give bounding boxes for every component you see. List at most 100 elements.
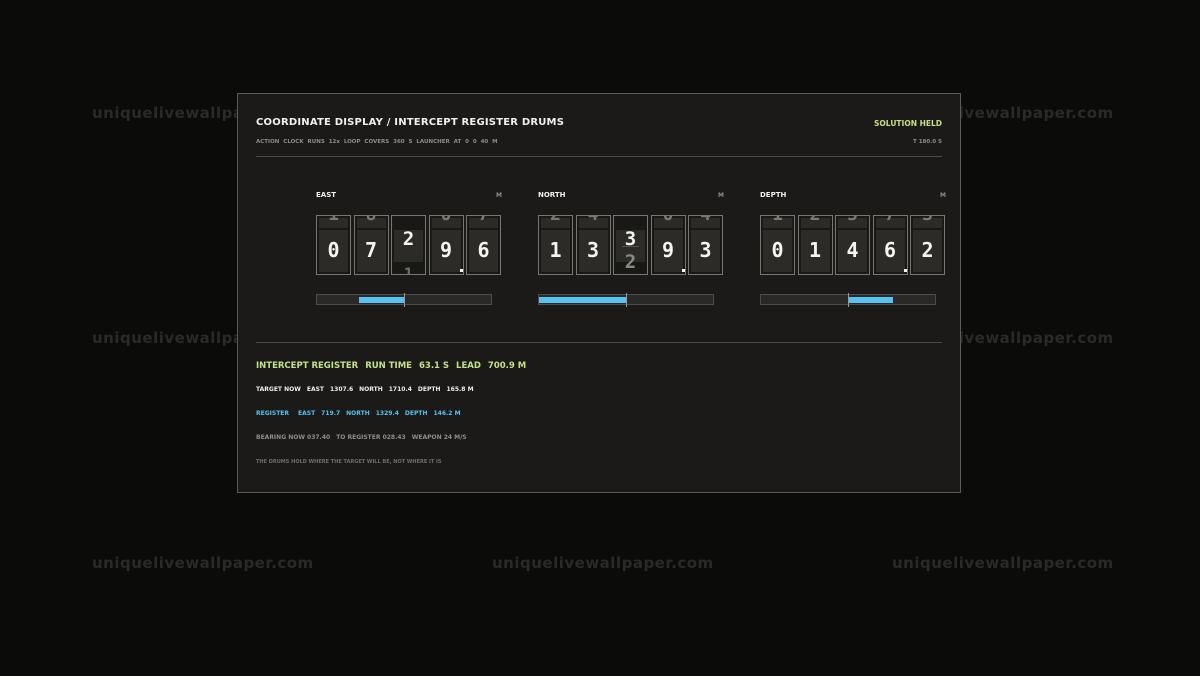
digit-drum: 54 bbox=[835, 215, 870, 275]
drum-unit: M bbox=[496, 192, 502, 199]
coordinate-display-panel: COORDINATE DISPLAY / INTERCEPT REGISTER … bbox=[237, 93, 961, 493]
digit-drum: 21 bbox=[797, 215, 833, 275]
drum-band bbox=[319, 262, 348, 272]
digit-drum: 09 bbox=[650, 215, 686, 275]
watermark-text: uniquelivewallpaper.com bbox=[492, 554, 714, 572]
east-label: EAST bbox=[298, 410, 316, 417]
clock-rate-text: ACTION CLOCK RUNS 12x bbox=[256, 139, 340, 145]
drum-digit-prev: 5 bbox=[836, 216, 869, 224]
position-bar-fill bbox=[539, 297, 626, 303]
drum-digit-prev: 7 bbox=[874, 216, 907, 224]
drum-digit: 6 bbox=[477, 238, 490, 262]
decimal-point bbox=[459, 269, 463, 272]
drum-label: NORTH bbox=[538, 191, 566, 199]
drum-digit-prev: 1 bbox=[317, 216, 350, 224]
drum-digit: 1 bbox=[549, 238, 562, 262]
drum-digit: 1 bbox=[808, 238, 822, 262]
digit-drum: 43 bbox=[575, 215, 611, 275]
status-indicator: SOLUTION HELD bbox=[874, 119, 942, 128]
drum-band bbox=[356, 262, 386, 272]
drum-band bbox=[913, 262, 942, 272]
drum-digit: 7 bbox=[364, 238, 378, 262]
north-value: 1329.4 bbox=[375, 410, 399, 417]
drum-digit-prev: 0 bbox=[430, 216, 463, 224]
decimal-point bbox=[903, 269, 907, 272]
drum-digit: 0 bbox=[771, 238, 784, 262]
position-bar-marker bbox=[626, 293, 627, 307]
drum-band bbox=[541, 262, 570, 272]
digit-drum: 09 bbox=[428, 215, 464, 275]
drum-unit: M bbox=[718, 192, 724, 199]
digit-drum: 87 bbox=[353, 215, 389, 275]
bearing-now: BEARING NOW 037.40 bbox=[256, 434, 331, 441]
drum-band bbox=[653, 262, 683, 272]
drum-band bbox=[838, 262, 867, 272]
digit-drum: 21 bbox=[538, 215, 573, 275]
footnote: THE DRUMS HOLD WHERE THE TARGET WILL BE,… bbox=[256, 459, 442, 465]
drum-band bbox=[578, 262, 608, 272]
watermark-text: uniquelivewallpaper.com bbox=[92, 554, 314, 572]
drum-band bbox=[469, 262, 498, 272]
drum-band bbox=[763, 262, 792, 272]
target-label: TARGET NOW bbox=[256, 386, 301, 393]
lead-label: LEAD bbox=[456, 361, 481, 371]
run-time-label: RUN TIME bbox=[365, 361, 412, 371]
east-value: 1307.6 bbox=[330, 386, 354, 393]
drum-digit: 9 bbox=[661, 238, 675, 262]
drum-digit-prev: 7 bbox=[467, 216, 500, 224]
drum-label: DEPTH bbox=[760, 191, 787, 199]
north-label: NORTH bbox=[359, 386, 383, 393]
drum-digit: 2 bbox=[402, 228, 415, 250]
section-divider bbox=[256, 342, 942, 343]
time-readout: T 180.0 S bbox=[913, 139, 942, 145]
digit-drum: 10 bbox=[760, 215, 795, 275]
digit-drum: 43 bbox=[688, 215, 723, 275]
watermark-text: uniquelivewallpaper.com bbox=[892, 554, 1114, 572]
drum-digit-next: 1 bbox=[403, 264, 414, 275]
weapon-speed: WEAPON 24 M/S bbox=[411, 434, 467, 441]
drum-digit-next: 2 bbox=[624, 251, 637, 273]
depth-label: DEPTH bbox=[417, 386, 441, 393]
digit-drum: 32 bbox=[613, 215, 648, 275]
north-value: 1710.4 bbox=[388, 386, 412, 393]
drum-digit: 0 bbox=[327, 238, 340, 262]
register-title: INTERCEPT REGISTER bbox=[256, 361, 359, 371]
intercept-register-header: INTERCEPT REGISTER RUN TIME 63.1 S LEAD 700.… bbox=[256, 361, 533, 371]
drum-label: EAST bbox=[316, 191, 337, 199]
drum-row: 2143320943 bbox=[538, 215, 724, 275]
drum-band bbox=[800, 262, 830, 272]
drum-band bbox=[875, 262, 905, 272]
position-bar-marker bbox=[404, 293, 405, 307]
bearing-line: BEARING NOW 037.40 TO REGISTER 028.43 WEAP… bbox=[256, 434, 473, 441]
launcher-text: LAUNCHER AT 0 0 40 M bbox=[416, 139, 498, 145]
subtitle-info: ACTION CLOCK RUNS 12x LOOP COVERS 360 S … bbox=[256, 139, 498, 145]
drum-digit: 3 bbox=[586, 238, 600, 262]
north-label: NORTH bbox=[346, 410, 370, 417]
drum-digit: 3 bbox=[699, 238, 712, 262]
page-title: COORDINATE DISPLAY / INTERCEPT REGISTER … bbox=[256, 117, 565, 128]
drum-digit-prev: 3 bbox=[911, 216, 944, 224]
to-register-bearing: TO REGISTER 028.43 bbox=[336, 434, 406, 441]
drum-band bbox=[431, 262, 461, 272]
digit-drum: 76 bbox=[466, 215, 501, 275]
drum-digit-prev: 4 bbox=[577, 216, 610, 224]
register-line: REGISTER EAST 719.7 NORTH 1329.4 DEPTH 146.2 M bbox=[256, 410, 467, 417]
digit-drum: 76 bbox=[872, 215, 908, 275]
drum-seam bbox=[622, 246, 639, 247]
drum-unit: M bbox=[940, 192, 946, 199]
depth-value: 165.8 M bbox=[446, 386, 474, 393]
position-bar-marker bbox=[848, 293, 849, 307]
digit-drum: 21 bbox=[391, 215, 426, 275]
header-divider bbox=[256, 156, 942, 157]
depth-value: 146.2 M bbox=[433, 410, 461, 417]
drum-row: 1087210976 bbox=[316, 215, 502, 275]
drum-digit: 4 bbox=[846, 238, 859, 262]
lead-value: 700.9 M bbox=[487, 361, 527, 371]
register-label: REGISTER bbox=[256, 410, 290, 417]
drum-digit-prev: 1 bbox=[761, 216, 794, 224]
digit-drum: 10 bbox=[316, 215, 351, 275]
position-bar-fill bbox=[848, 297, 894, 303]
target-now-line: TARGET NOW EAST 1307.6 NORTH 1710.4 DEPTH 165.… bbox=[256, 386, 480, 393]
drum-row: 1021547632 bbox=[760, 215, 946, 275]
digit-drum: 32 bbox=[910, 215, 945, 275]
